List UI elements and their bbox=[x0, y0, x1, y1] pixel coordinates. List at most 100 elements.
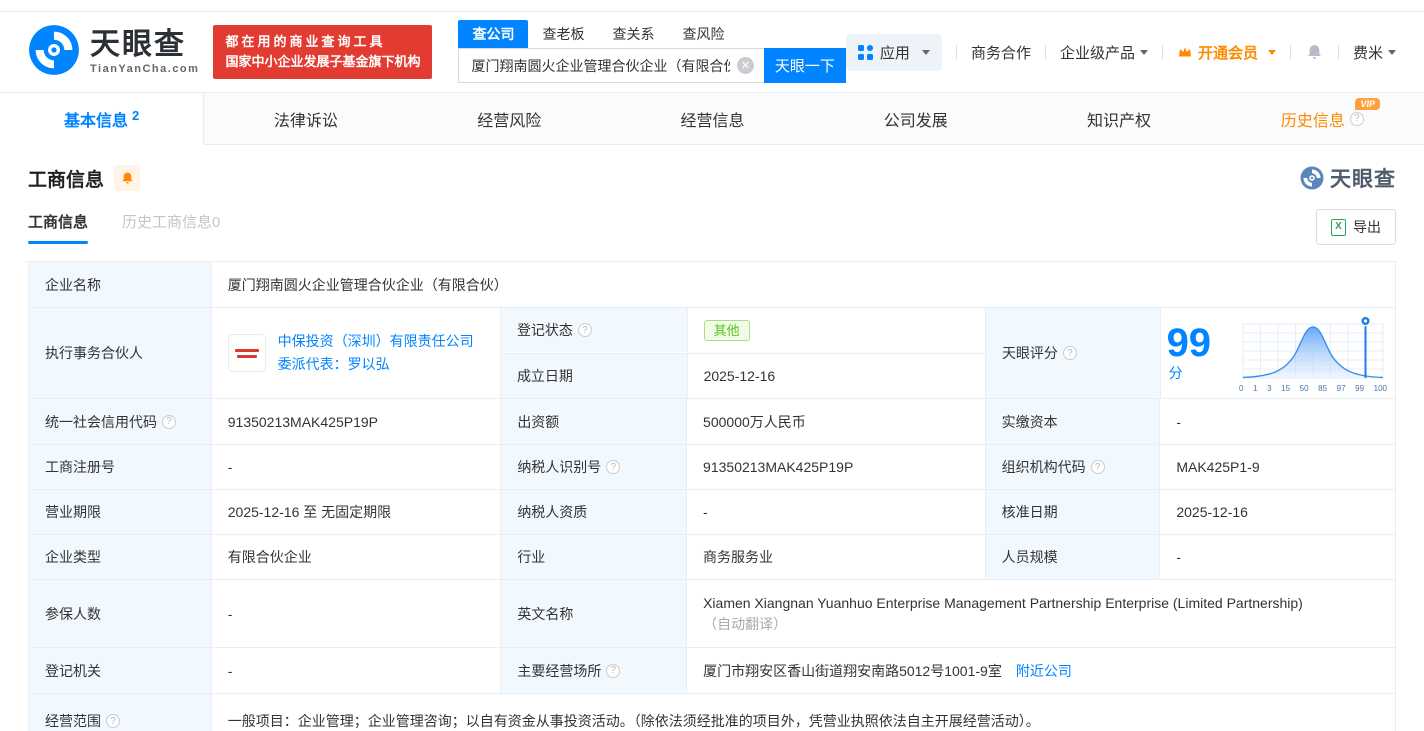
paid-capital-value: - bbox=[1159, 399, 1395, 444]
search-tab-company[interactable]: 查公司 bbox=[458, 20, 529, 48]
tab-operating-risk[interactable]: 经营风险 bbox=[408, 93, 611, 144]
contributed-capital-value: 500000万人民币 bbox=[686, 399, 985, 444]
apps-menu[interactable]: 应用 bbox=[845, 33, 942, 71]
export-button[interactable]: X 导出 bbox=[1316, 209, 1396, 245]
chevron-down-icon bbox=[1388, 49, 1396, 55]
help-icon[interactable]: ? bbox=[106, 714, 120, 728]
notification-bell[interactable] bbox=[1305, 43, 1324, 62]
table-row: 工商注册号 - 纳税人识别号 ? 91350213MAK425P19P 组织机构… bbox=[29, 444, 1395, 489]
company-type-value: 有限合伙企业 bbox=[210, 535, 501, 579]
field-label: 天眼评分 ? bbox=[984, 308, 1160, 398]
field-label: 纳税人识别号 ? bbox=[500, 445, 687, 489]
search-button[interactable]: 天眼一下 bbox=[763, 48, 846, 83]
nav-cooperation[interactable]: 商务合作 bbox=[971, 42, 1031, 63]
tab-company-development[interactable]: 公司发展 bbox=[814, 93, 1017, 144]
nav-enterprise-products[interactable]: 企业级产品 bbox=[1060, 42, 1148, 63]
partner-representative-link[interactable]: 委派代表：罗以弘 bbox=[278, 353, 474, 376]
tianyancha-logo[interactable]: 天眼查 TianYanCha.com bbox=[28, 24, 199, 81]
taxpayer-id-value: 91350213MAK425P19P bbox=[686, 445, 985, 489]
field-label: 企业名称 bbox=[29, 262, 211, 307]
promo-banner: 都在用的商业查询工具 国家中小企业发展子基金旗下机构 bbox=[213, 24, 433, 80]
help-icon[interactable]: ? bbox=[606, 460, 621, 474]
search-tab-relation[interactable]: 查关系 bbox=[598, 20, 668, 48]
divider bbox=[955, 44, 957, 60]
crown-icon bbox=[1178, 47, 1191, 57]
nearby-companies-link[interactable]: 附近公司 bbox=[1016, 661, 1072, 681]
tab-legal-proceedings[interactable]: 法律诉讼 bbox=[204, 93, 407, 144]
reg-number-value: - bbox=[210, 445, 501, 489]
executive-partner-cell: 中保投资（深圳）有限责任公司 委派代表：罗以弘 bbox=[210, 308, 500, 398]
subtab-business-info[interactable]: 工商信息 bbox=[28, 211, 89, 244]
divider bbox=[1337, 44, 1339, 60]
bell-icon bbox=[122, 172, 133, 183]
field-label: 企业类型 bbox=[29, 535, 211, 579]
taxpayer-quality-value: - bbox=[686, 490, 985, 534]
field-label: 组织机构代码 ? bbox=[984, 445, 1160, 489]
tab-history-info[interactable]: VIP 历史信息 ? bbox=[1221, 93, 1424, 144]
help-icon[interactable]: ? bbox=[1349, 111, 1364, 126]
table-row: 统一社会信用代码 ? 91350213MAK425P19P 出资额 500000… bbox=[29, 398, 1395, 444]
help-icon[interactable]: ? bbox=[162, 414, 176, 429]
chevron-down-icon bbox=[1267, 49, 1276, 55]
business-address-value: 厦门市翔安区香山街道翔安南路5012号1001-9室 bbox=[703, 662, 1002, 679]
main-tabbar: 基本信息 2 法律诉讼 经营风险 经营信息 公司发展 知识产权 VIP 历史信息… bbox=[0, 92, 1424, 145]
tianyan-score-cell: 99分 0 1 3 15 50 85 97 99 100 bbox=[1159, 308, 1395, 398]
field-label: 营业期限 bbox=[29, 490, 211, 534]
score-value[interactable]: 99分 bbox=[1167, 323, 1227, 383]
apps-grid-icon bbox=[857, 44, 873, 60]
auto-translate-note: （自动翻译） bbox=[703, 615, 788, 632]
registration-status-cell: 其他 bbox=[686, 308, 985, 352]
field-label: 执行事务合伙人 bbox=[29, 308, 211, 398]
field-label: 实缴资本 bbox=[984, 399, 1160, 444]
field-label: 登记机关 bbox=[29, 648, 211, 693]
bell-icon bbox=[1308, 44, 1321, 59]
field-label: 英文名称 bbox=[500, 580, 687, 647]
score-distribution-chart: 01 3 15 50 85 97 99 100 bbox=[1237, 314, 1389, 393]
table-row: 企业类型 有限合伙企业 行业 商务服务业 人员规模 - bbox=[29, 534, 1395, 579]
english-name-value: Xiamen Xiangnan Yuanhuo Enterprise Manag… bbox=[703, 594, 1303, 611]
field-label: 人员规模 bbox=[984, 535, 1160, 579]
help-icon[interactable]: ? bbox=[1062, 346, 1077, 360]
monitor-bell-button[interactable] bbox=[114, 165, 141, 191]
promo-line2: 国家中小企业发展子基金旗下机构 bbox=[225, 54, 421, 69]
staff-size-value: - bbox=[1159, 535, 1395, 579]
partner-company-link[interactable]: 中保投资（深圳）有限责任公司 bbox=[278, 330, 474, 353]
company-name-value: 厦门翔南圆火企业管理合伙企业（有限合伙） bbox=[210, 262, 1395, 307]
field-label: 纳税人资质 bbox=[500, 490, 687, 534]
clear-icon[interactable]: ✕ bbox=[736, 57, 754, 74]
search-tab-risk[interactable]: 查风险 bbox=[668, 20, 738, 48]
help-icon[interactable]: ? bbox=[1090, 460, 1105, 474]
tab-count-badge: 2 bbox=[132, 107, 140, 123]
excel-icon: X bbox=[1331, 218, 1346, 236]
status-badge: 其他 bbox=[703, 319, 750, 341]
logo-title: 天眼查 bbox=[90, 27, 186, 61]
insured-count-value: - bbox=[210, 580, 501, 647]
credit-code-value: 91350213MAK425P19P bbox=[210, 399, 501, 444]
help-icon[interactable]: ? bbox=[606, 663, 621, 678]
table-row: 经营范围 ? 一般项目：企业管理；企业管理咨询；以自有资金从事投资活动。（除依法… bbox=[29, 693, 1395, 731]
tianyancha-logo-icon bbox=[1300, 166, 1324, 190]
user-menu[interactable]: 费米 bbox=[1353, 42, 1396, 63]
table-row: 登记机关 - 主要经营场所 ? 厦门市翔安区香山街道翔安南路5012号1001-… bbox=[29, 647, 1395, 693]
field-label: 主要经营场所 ? bbox=[500, 648, 687, 693]
tab-basic-info[interactable]: 基本信息 2 bbox=[0, 93, 205, 145]
tab-business-info[interactable]: 经营信息 bbox=[611, 93, 814, 144]
table-row: 执行事务合伙人 中保投资（深圳）有限责任公司 委派代表：罗以弘 登记状态 ? 其… bbox=[29, 307, 1395, 398]
promo-line1: 都在用的商业查询工具 bbox=[225, 33, 386, 49]
approval-date-value: 2025-12-16 bbox=[1159, 490, 1395, 534]
status-date-block: 登记状态 ? 其他 成立日期 2025-12-16 bbox=[499, 308, 985, 398]
field-label: 工商注册号 bbox=[29, 445, 211, 489]
section-title: 工商信息 bbox=[28, 169, 105, 191]
divider bbox=[1161, 44, 1163, 60]
tab-intellectual-property[interactable]: 知识产权 bbox=[1017, 93, 1220, 144]
help-icon[interactable]: ? bbox=[577, 323, 592, 337]
search-input[interactable] bbox=[459, 49, 764, 82]
logo-domain: TianYanCha.com bbox=[90, 62, 200, 75]
table-row: 营业期限 2025-12-16 至 无固定期限 纳税人资质 - 核准日期 202… bbox=[29, 489, 1395, 534]
subtab-history-business-info[interactable]: 历史工商信息0 bbox=[122, 211, 220, 244]
score-chart-ticks: 01 3 15 50 85 97 99 100 bbox=[1238, 383, 1387, 393]
nav-open-vip[interactable]: 开通会员 bbox=[1177, 42, 1276, 63]
field-label: 参保人数 bbox=[29, 580, 211, 647]
chevron-down-icon bbox=[1139, 49, 1148, 55]
search-tab-boss[interactable]: 查老板 bbox=[528, 20, 598, 48]
